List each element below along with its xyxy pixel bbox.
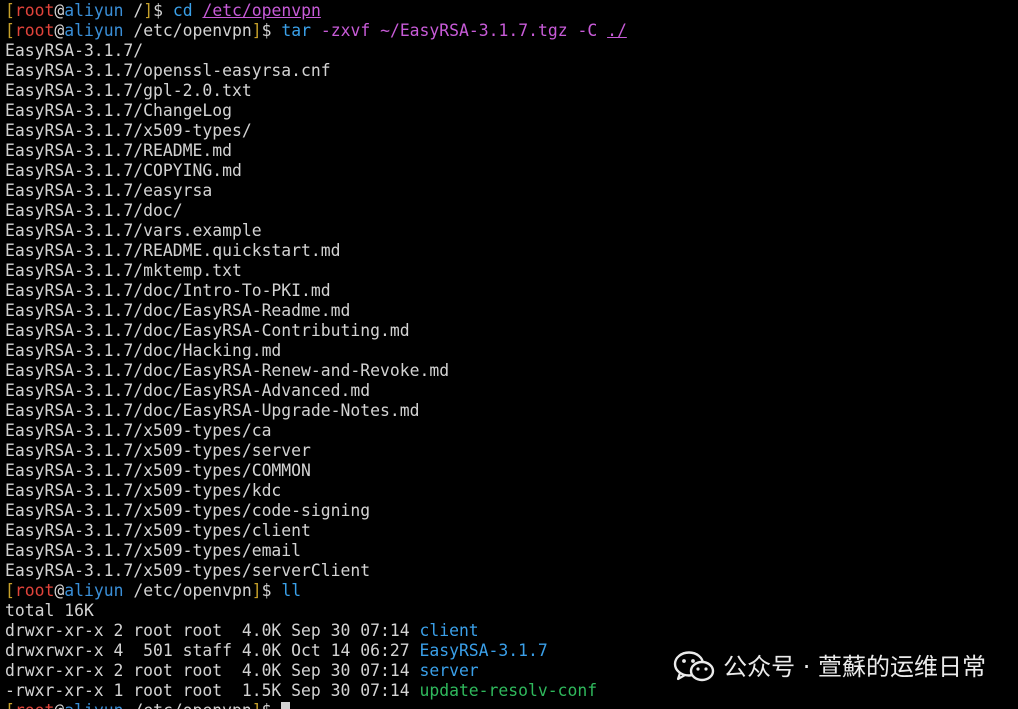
output-line: EasyRSA-3.1.7/x509-types/ <box>5 121 252 140</box>
ll-entry-meta: drwxrwxr-x 4 501 staff 4.0K Oct 14 06:27 <box>5 641 420 660</box>
ll-entry: drwxr-xr-x 2 root root 4.0K Sep 30 07:14… <box>5 621 1018 641</box>
text-cursor[interactable] <box>281 702 291 709</box>
command-arg: -C <box>577 21 598 40</box>
output-line: EasyRSA-3.1.7/easyrsa <box>5 181 213 200</box>
output-line: EasyRSA-3.1.7/doc/EasyRSA-Renew-and-Revo… <box>5 361 450 380</box>
prompt-user: root <box>14 581 55 600</box>
command-arg: /etc/openvpn <box>202 1 321 20</box>
prompt-bracket-open: [ <box>5 21 15 40</box>
output-line: EasyRSA-3.1.7/x509-types/ca <box>5 421 272 440</box>
prompt-line: [root@aliyun /etc/openvpn]$ <box>5 701 1018 709</box>
prompt-bracket-close: ] <box>251 21 262 40</box>
watermark-text: 公众号 · 萱蘇的运维日常 <box>723 653 986 681</box>
command-arg: -zxvf <box>320 21 371 40</box>
prompt-line: [root@aliyun /etc/openvpn]$ ll <box>5 581 1018 601</box>
prompt-cwd: / <box>133 1 144 20</box>
output-line: EasyRSA-3.1.7/x509-types/COMMON <box>5 461 311 480</box>
prompt-host: aliyun <box>64 581 124 600</box>
prompt-user: root <box>14 21 55 40</box>
output-line: EasyRSA-3.1.7/doc/EasyRSA-Upgrade-Notes.… <box>5 401 420 420</box>
ll-entry-meta: -rwxr-xr-x 1 root root 1.5K Sep 30 07:14 <box>5 681 420 700</box>
output-line: EasyRSA-3.1.7/doc/EasyRSA-Advanced.md <box>5 381 371 400</box>
ll-entry-name[interactable]: update-resolv-conf <box>419 681 597 700</box>
prompt-line: [root@aliyun /]$ cd /etc/openvpn <box>5 1 1018 21</box>
prompt-symbol: $ <box>262 701 272 709</box>
prompt-bracket-close: ] <box>143 1 154 20</box>
output-line: EasyRSA-3.1.7/doc/EasyRSA-Readme.md <box>5 301 351 320</box>
output-line: EasyRSA-3.1.7/vars.example <box>5 221 262 240</box>
prompt-bracket-close: ] <box>252 701 262 709</box>
output-line: EasyRSA-3.1.7/README.md <box>5 141 232 160</box>
output-line: EasyRSA-3.1.7/gpl-2.0.txt <box>5 81 252 100</box>
output-line: EasyRSA-3.1.7/x509-types/email <box>5 541 302 560</box>
prompt-at: @ <box>54 1 65 20</box>
terminal-output: [root@aliyun /]$ cd /etc/openvpn [root@al… <box>5 1 1018 709</box>
prompt-bracket-open: [ <box>5 701 15 709</box>
output-line: EasyRSA-3.1.7/x509-types/code-signing <box>5 501 371 520</box>
output-line: EasyRSA-3.1.7/ChangeLog <box>5 101 232 120</box>
prompt-user: root <box>15 701 54 709</box>
command-name: tar <box>281 21 311 40</box>
prompt-cwd: /etc/openvpn <box>133 21 252 40</box>
output-line: EasyRSA-3.1.7/openssl-easyrsa.cnf <box>5 61 331 80</box>
output-line: EasyRSA-3.1.7/mktemp.txt <box>5 261 242 280</box>
wechat-icon <box>673 651 715 682</box>
prompt-at: @ <box>54 701 64 709</box>
output-line: EasyRSA-3.1.7/doc/ <box>5 201 183 220</box>
prompt-cwd: /etc/openvpn <box>133 701 251 709</box>
prompt-host: aliyun <box>64 21 124 40</box>
prompt-line: [root@aliyun /etc/openvpn]$ tar -zxvf ~/… <box>5 21 1018 41</box>
command-arg: ./ <box>607 21 627 40</box>
prompt-at: @ <box>54 581 65 600</box>
command-arg: ~/EasyRSA-3.1.7.tgz <box>380 21 568 40</box>
ll-entry-meta: drwxr-xr-x 2 root root 4.0K Sep 30 07:14 <box>5 621 420 640</box>
output-line: EasyRSA-3.1.7/doc/Intro-To-PKI.md <box>5 281 331 300</box>
output-line: EasyRSA-3.1.7/README.quickstart.md <box>5 241 341 260</box>
output-line: EasyRSA-3.1.7/COPYING.md <box>5 161 242 180</box>
output-line: EasyRSA-3.1.7/doc/EasyRSA-Contributing.m… <box>5 321 410 340</box>
prompt-user: root <box>14 1 55 20</box>
prompt-symbol: $ <box>261 581 272 600</box>
output-line: EasyRSA-3.1.7/x509-types/kdc <box>5 481 282 500</box>
prompt-host: aliyun <box>64 701 123 709</box>
ll-total: total 16K <box>5 601 94 620</box>
prompt-at: @ <box>54 21 65 40</box>
prompt-symbol: $ <box>153 1 163 20</box>
output-line: EasyRSA-3.1.7/doc/Hacking.md <box>5 341 282 360</box>
prompt-bracket-close: ] <box>251 581 262 600</box>
output-line: EasyRSA-3.1.7/x509-types/server <box>5 441 311 460</box>
prompt-bracket-open: [ <box>5 581 15 600</box>
ll-entry-name[interactable]: server <box>419 661 478 680</box>
output-line: EasyRSA-3.1.7/x509-types/client <box>5 521 311 540</box>
terminal-window[interactable]: [root@aliyun /]$ cd /etc/openvpn [root@al… <box>0 0 1018 709</box>
command-name: ll <box>281 581 302 600</box>
prompt-host: aliyun <box>64 1 124 20</box>
output-line: EasyRSA-3.1.7/ <box>5 41 144 60</box>
prompt-symbol: $ <box>261 21 272 40</box>
ll-entry-name[interactable]: EasyRSA-3.1.7 <box>419 641 547 660</box>
ll-entry-name[interactable]: client <box>419 621 478 640</box>
watermark: 公众号 · 萱蘇的运维日常 <box>673 647 986 687</box>
command-name: cd <box>172 1 193 20</box>
prompt-bracket-open: [ <box>5 1 15 20</box>
ll-entry-meta: drwxr-xr-x 2 root root 4.0K Sep 30 07:14 <box>5 661 420 680</box>
output-line: EasyRSA-3.1.7/x509-types/serverClient <box>5 561 371 580</box>
prompt-cwd: /etc/openvpn <box>133 581 252 600</box>
